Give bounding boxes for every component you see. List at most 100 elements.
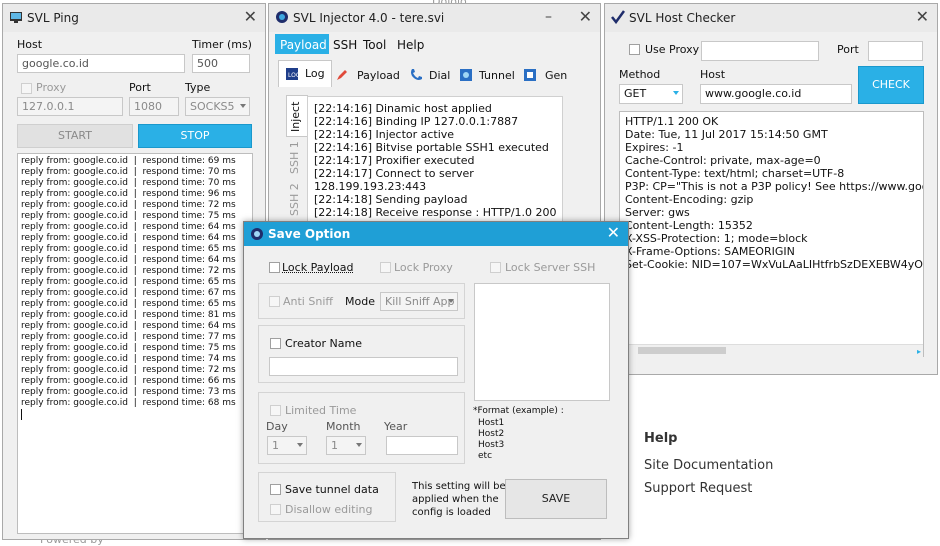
- ping-proxy-input[interactable]: 127.0.0.1: [17, 97, 123, 116]
- year-input[interactable]: [386, 436, 458, 455]
- tab-tunnel-label: Tunnel: [479, 69, 515, 82]
- creator-name-label: Creator Name: [285, 337, 362, 350]
- proxy-input[interactable]: [701, 41, 819, 61]
- chevron-down-icon: [448, 299, 454, 303]
- use-proxy-checkbox[interactable]: [629, 44, 640, 55]
- help-link-site-documentation[interactable]: Site Documentation: [644, 458, 773, 473]
- mode-label: Mode: [345, 295, 375, 308]
- ping-timer-input[interactable]: 500: [192, 54, 250, 73]
- check-button[interactable]: CHECK: [858, 66, 924, 104]
- lock-server-ssh-checkbox[interactable]: [490, 262, 501, 273]
- disallow-editing-checkbox[interactable]: [270, 504, 281, 515]
- server-ssh-list[interactable]: [474, 283, 610, 401]
- chevron-down-icon: [240, 104, 246, 108]
- response-line: Content-Encoding: gzip: [625, 193, 754, 206]
- host-checker-close-button[interactable]: ✕: [916, 7, 929, 27]
- ping-start-button[interactable]: START: [17, 124, 133, 148]
- injector-close-button[interactable]: ✕: [579, 7, 592, 27]
- note-line-2: applied when the: [412, 494, 499, 505]
- menu-help[interactable]: Help: [397, 38, 424, 52]
- format-title: *Format (example) :: [473, 406, 564, 416]
- vtab-ssh1[interactable]: SSH 1: [286, 140, 306, 180]
- method-label: Method: [619, 68, 661, 81]
- response-line: Date: Tue, 11 Jul 2017 15:14:50 GMT: [625, 128, 828, 141]
- hc-host-label: Host: [700, 68, 726, 81]
- ping-title: SVL Ping: [27, 11, 79, 25]
- disallow-editing-label: Disallow editing: [285, 503, 373, 516]
- injector-title: SVL Injector 4.0 - tere.svi: [293, 11, 445, 25]
- ping-host-input[interactable]: google.co.id: [17, 54, 185, 73]
- save-option-titlebar: Save Option ✕: [244, 222, 628, 246]
- chevron-down-icon: [297, 443, 303, 447]
- vtab-ssh2-label: SSH 2: [288, 183, 301, 216]
- response-line: Server: gws: [625, 206, 690, 219]
- hc-port-label: Port: [837, 43, 859, 56]
- method-value: GET: [624, 87, 647, 100]
- response-line: P3P: CP="This is not a P3P policy! See h…: [625, 180, 924, 193]
- day-label: Day: [266, 420, 288, 433]
- ping-log[interactable]: reply from: google.co.id | respond time:…: [17, 153, 253, 534]
- vtab-ssh1-label: SSH 1: [288, 141, 301, 174]
- tab-gen-label: Gen: [545, 69, 568, 82]
- scroll-right-icon[interactable]: ▸: [917, 347, 921, 356]
- vtab-inject[interactable]: Inject: [286, 95, 308, 137]
- tab-log-label: Log: [305, 67, 325, 80]
- ping-log-line: reply from: google.co.id | respond time:…: [21, 255, 236, 265]
- phone-icon: [411, 69, 422, 80]
- ping-port-input[interactable]: 1080: [129, 97, 179, 116]
- horizontal-scrollbar[interactable]: ◂ ▸: [620, 344, 923, 357]
- ping-stop-button[interactable]: STOP: [138, 124, 252, 148]
- creator-name-input[interactable]: [269, 357, 458, 376]
- hc-host-input[interactable]: www.google.co.id: [700, 84, 852, 104]
- ping-log-line: reply from: google.co.id | respond time:…: [21, 387, 236, 397]
- response-line: Content-Length: 15352: [625, 219, 753, 232]
- method-select[interactable]: GET: [619, 84, 683, 104]
- injector-minimize-button[interactable]: –: [545, 9, 552, 25]
- menu-tool[interactable]: Tool: [363, 38, 386, 52]
- response-line: Cache-Control: private, max-age=0: [625, 154, 821, 167]
- limited-time-checkbox[interactable]: [270, 405, 281, 416]
- injector-log-line: [22:14:16] Injector active: [314, 128, 455, 141]
- injector-log-line: [22:14:16] Bitvise portable SSH1 execute…: [314, 141, 549, 154]
- vtab-ssh2[interactable]: SSH 2: [286, 182, 306, 222]
- ping-log-line: reply from: google.co.id | respond time:…: [21, 156, 236, 166]
- ping-log-line: reply from: google.co.id | respond time:…: [21, 288, 236, 298]
- ping-log-line: reply from: google.co.id | respond time:…: [21, 178, 236, 188]
- lock-proxy-checkbox[interactable]: [380, 262, 391, 273]
- hc-port-input[interactable]: [868, 41, 923, 61]
- save-tunnel-data-checkbox[interactable]: [270, 484, 281, 495]
- help-link-support-request[interactable]: Support Request: [644, 481, 752, 496]
- response-lines: HTTP/1.1 200 OK Date: Tue, 11 Jul 2017 15…: [625, 115, 923, 271]
- menu-payload[interactable]: Payload: [280, 38, 327, 52]
- response-line: X-XSS-Protection: 1; mode=block: [625, 232, 808, 245]
- day-select[interactable]: 1: [267, 436, 307, 455]
- ping-type-value: SOCKS5: [190, 100, 235, 113]
- anti-sniff-checkbox[interactable]: [269, 296, 280, 307]
- injector-log[interactable]: [22:14:16] Dinamic host applied [22:14:16…: [307, 96, 563, 226]
- vtab-inject-label: Inject: [289, 101, 302, 132]
- tunnel-data-group: Save tunnel data Disallow editing: [258, 472, 396, 522]
- lock-payload-checkbox[interactable]: [269, 262, 280, 273]
- svl-ping-window: SVL Ping ✕ Host Timer (ms) google.co.id …: [2, 3, 266, 540]
- creator-name-checkbox[interactable]: [270, 338, 281, 349]
- mode-select[interactable]: Kill Sniff App: [380, 292, 458, 311]
- injector-log-line: [22:14:16] Binding IP 127.0.0.1:7887: [314, 115, 519, 128]
- save-button[interactable]: SAVE: [505, 479, 607, 519]
- ping-proxy-checkbox[interactable]: [21, 83, 32, 94]
- response-box[interactable]: HTTP/1.1 200 OK Date: Tue, 11 Jul 2017 15…: [619, 111, 924, 357]
- scrollbar-thumb[interactable]: [638, 347, 726, 354]
- injector-log-line: [22:14:18] Sending payload: [314, 193, 468, 206]
- menu-ssh[interactable]: SSH: [333, 38, 357, 52]
- ping-close-button[interactable]: ✕: [244, 7, 257, 27]
- save-tunnel-data-label: Save tunnel data: [285, 483, 379, 496]
- ping-log-line: reply from: google.co.id | respond time:…: [21, 343, 236, 353]
- ping-type-select[interactable]: SOCKS5: [185, 97, 250, 116]
- tab-log[interactable]: LOG Log: [278, 60, 332, 87]
- save-option-close-button[interactable]: ✕: [607, 223, 620, 243]
- month-select[interactable]: 1: [326, 436, 366, 455]
- response-line: X-Frame-Options: SAMEORIGIN: [625, 245, 795, 258]
- use-proxy-label: Use Proxy: [645, 43, 700, 56]
- format-example-2: Host2: [478, 429, 505, 439]
- injector-log-line: [22:14:17] Connect to server: [314, 167, 474, 180]
- checkmark-icon: [611, 10, 625, 24]
